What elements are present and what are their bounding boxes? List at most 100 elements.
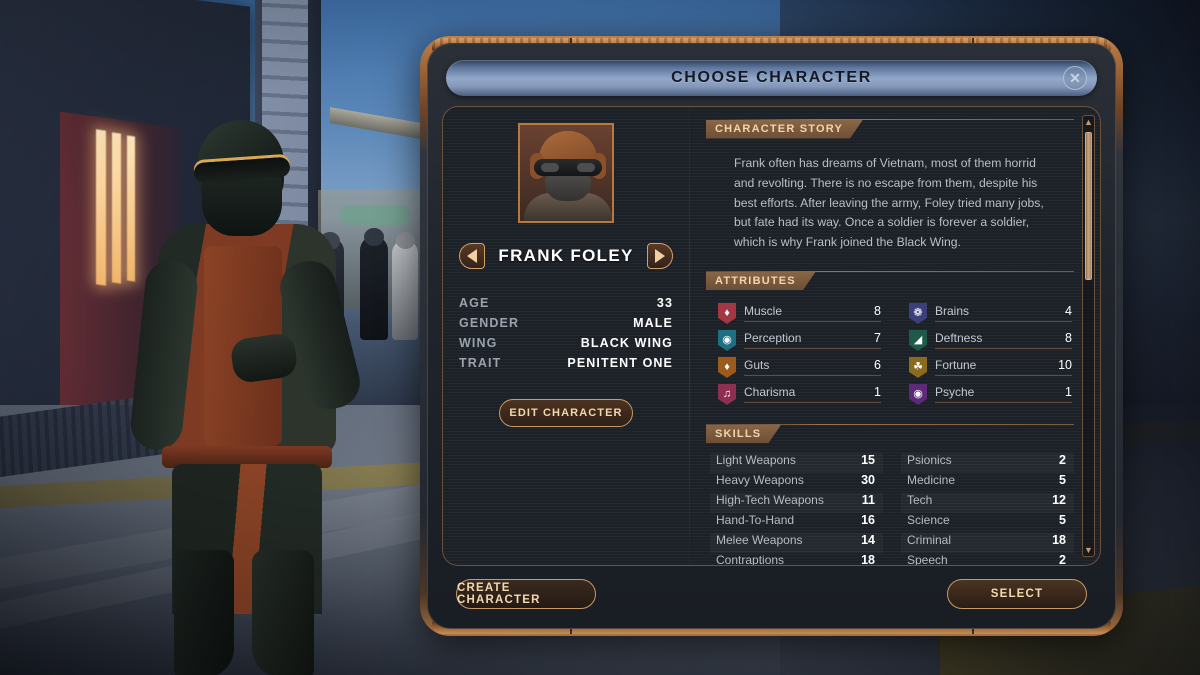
skill-name: Contraptions — [716, 552, 785, 566]
attribute-name: Guts — [744, 358, 770, 373]
skill-value: 18 — [861, 552, 875, 566]
skill-value: 5 — [1059, 472, 1066, 487]
stat-row: TRAIT PENITENT ONE — [459, 353, 673, 373]
chevron-up-icon[interactable]: ▲ — [1084, 116, 1093, 128]
attributes-header: ATTRIBUTES — [706, 270, 1074, 290]
skill-row[interactable]: Speech 2 — [901, 552, 1074, 566]
skill-name: Criminal — [907, 532, 952, 547]
attribute-row-perception[interactable]: ◉ Perception 7 — [718, 327, 881, 354]
portrait-face-mask — [545, 175, 591, 201]
skill-row[interactable]: Light Weapons 15 — [710, 452, 883, 473]
details-scrollbar[interactable]: ▲ ▼ — [1082, 115, 1095, 557]
skill-name: Melee Weapons — [716, 532, 803, 547]
attribute-row-fortune[interactable]: ☘ Fortune 10 — [909, 354, 1072, 381]
dialog-titlebar: CHOOSE CHARACTER ✕ — [446, 60, 1097, 96]
skill-value: 30 — [861, 472, 875, 487]
skill-row[interactable]: High-Tech Weapons 11 — [710, 492, 883, 513]
skill-row[interactable]: Contraptions 18 — [710, 552, 883, 566]
stat-label: AGE — [459, 296, 490, 310]
skill-value: 5 — [1059, 512, 1066, 527]
stat-label: GENDER — [459, 316, 520, 330]
stat-value: 33 — [656, 296, 673, 310]
torso-icon: ♦ — [718, 356, 736, 378]
portrait-goggle-lens-right — [577, 163, 595, 172]
attribute-name: Fortune — [935, 358, 977, 373]
section-title: CHARACTER STORY — [706, 120, 863, 139]
attribute-row-charisma[interactable]: ♫ Charisma 1 — [718, 381, 881, 408]
skill-value: 14 — [861, 532, 875, 547]
skill-value: 18 — [1052, 532, 1066, 547]
skill-row[interactable]: Science 5 — [901, 513, 1074, 533]
attribute-row-deftness[interactable]: ◢ Deftness 8 — [909, 327, 1072, 354]
attribute-name: Psyche — [935, 385, 975, 400]
dialog-content: FRANK FOLEY AGE 33 GENDER MALE WING BLAC… — [442, 106, 1101, 566]
scrollbar-thumb[interactable] — [1085, 132, 1092, 280]
skill-value: 2 — [1059, 452, 1066, 467]
attribute-row-psyche[interactable]: ◉ Psyche 1 — [909, 381, 1072, 408]
attribute-value: 8 — [874, 304, 881, 319]
character-name: FRANK FOLEY — [498, 246, 634, 265]
attribute-value: 1 — [874, 385, 881, 400]
skill-row[interactable]: Melee Weapons 14 — [710, 532, 883, 553]
skill-row[interactable]: Tech 12 — [901, 492, 1074, 513]
skill-name: Hand-To-Hand — [716, 512, 795, 527]
eye-icon: ◉ — [718, 329, 736, 351]
skill-name: Light Weapons — [716, 452, 796, 467]
character-summary-panel: FRANK FOLEY AGE 33 GENDER MALE WING BLAC… — [443, 107, 689, 565]
skill-row[interactable]: Hand-To-Hand 16 — [710, 513, 883, 533]
skill-name: Speech — [907, 552, 948, 566]
stat-row: WING BLACK WING — [459, 333, 673, 353]
attribute-name: Perception — [744, 331, 802, 346]
skill-value: 2 — [1059, 552, 1066, 566]
character-story-header: CHARACTER STORY — [706, 119, 1074, 138]
create-character-button[interactable]: CREATE CHARACTER — [456, 579, 596, 609]
character-stats-list: AGE 33 GENDER MALE WING BLACK WING TRAIT… — [459, 293, 673, 373]
section-title: ATTRIBUTES — [706, 271, 816, 290]
skill-value: 12 — [1052, 492, 1066, 507]
skill-name: Tech — [907, 492, 933, 507]
attribute-value: 1 — [1065, 385, 1072, 400]
chevron-down-icon[interactable]: ▼ — [1084, 544, 1093, 556]
attribute-row-guts[interactable]: ♦ Guts 6 — [718, 354, 881, 381]
brain-icon: ❁ — [909, 302, 927, 324]
attribute-row-muscle[interactable]: ♦ Muscle 8 — [718, 300, 881, 327]
edit-character-button[interactable]: EDIT CHARACTER — [499, 399, 633, 427]
scrollbar-track[interactable] — [1085, 130, 1092, 542]
skill-value: 11 — [861, 492, 875, 507]
skill-row[interactable]: Heavy Weapons 30 — [710, 473, 883, 493]
page-title: CHOOSE CHARACTER — [671, 69, 872, 86]
character-story-text: Frank often has dreams of Vietnam, most … — [734, 156, 1044, 250]
third-eye-icon: ◉ — [909, 383, 927, 405]
skill-value: 15 — [861, 452, 875, 467]
chevron-right-icon[interactable] — [647, 243, 673, 269]
attribute-name: Deftness — [935, 331, 983, 346]
close-icon[interactable]: ✕ — [1063, 66, 1087, 90]
chevron-left-icon[interactable] — [459, 243, 485, 269]
attribute-name: Muscle — [744, 304, 783, 319]
stat-label: TRAIT — [459, 356, 502, 370]
attribute-name: Charisma — [744, 385, 796, 400]
select-button[interactable]: SELECT — [947, 579, 1087, 609]
choose-character-dialog: CHOOSE CHARACTER ✕ FRANK FOLEY AGE 33 GE… — [420, 36, 1123, 636]
stat-value: BLACK WING — [580, 336, 673, 350]
portrait-goggle-lens-left — [541, 163, 559, 172]
character-details-panel: CHARACTER STORY Frank often has dreams o… — [690, 107, 1100, 565]
stat-row: GENDER MALE — [459, 313, 673, 333]
skill-row[interactable]: Medicine 5 — [901, 473, 1074, 493]
speech-wave-icon: ♫ — [718, 383, 736, 405]
skill-row[interactable]: Psionics 2 — [901, 452, 1074, 473]
stat-value: PENITENT ONE — [567, 356, 673, 370]
skill-name: High-Tech Weapons — [716, 492, 824, 507]
skill-value: 16 — [861, 512, 875, 527]
attribute-row-brains[interactable]: ❁ Brains 4 — [909, 300, 1072, 327]
character-name-selector: FRANK FOLEY — [459, 243, 673, 269]
avatar[interactable] — [518, 123, 614, 223]
stat-row: AGE 33 — [459, 293, 673, 313]
skill-name: Heavy Weapons — [716, 472, 804, 487]
attribute-value: 4 — [1065, 304, 1072, 319]
attribute-value: 8 — [1065, 331, 1072, 346]
attribute-value: 6 — [874, 358, 881, 373]
section-title: SKILLS — [706, 424, 781, 443]
skill-row[interactable]: Criminal 18 — [901, 532, 1074, 553]
dialog-inner: CHOOSE CHARACTER ✕ FRANK FOLEY AGE 33 GE… — [427, 43, 1116, 629]
